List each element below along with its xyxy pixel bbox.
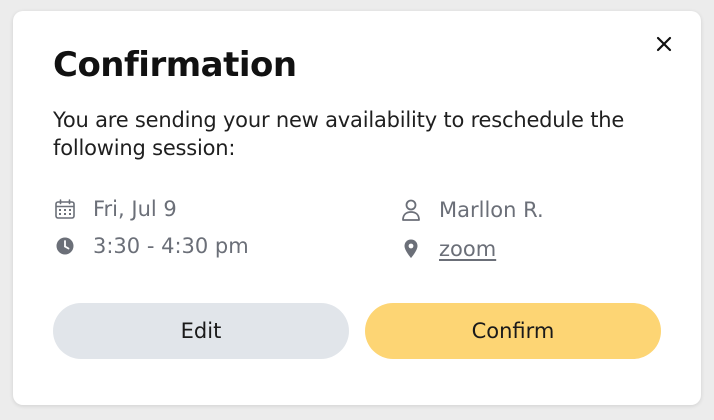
calendar-icon [53, 197, 77, 221]
dialog-title: Confirmation [53, 45, 297, 85]
confirmation-dialog: Confirmation You are sending your new av… [13, 11, 701, 405]
close-icon [656, 36, 672, 52]
confirm-button[interactable]: Confirm [365, 303, 661, 359]
location-pin-icon [399, 237, 423, 261]
session-time-text: 3:30 - 4:30 pm [93, 234, 249, 258]
session-location: zoom [399, 235, 496, 263]
clock-icon [53, 234, 77, 258]
location-link[interactable]: zoom [439, 237, 496, 261]
session-time: 3:30 - 4:30 pm [53, 232, 249, 260]
session-date-text: Fri, Jul 9 [93, 197, 177, 221]
close-button[interactable] [654, 34, 674, 54]
edit-button[interactable]: Edit [53, 303, 349, 359]
session-person: Marllon R. [399, 196, 544, 224]
session-date: Fri, Jul 9 [53, 195, 177, 223]
dialog-message: You are sending your new availability to… [53, 108, 625, 160]
person-icon [399, 198, 423, 222]
session-person-text: Marllon R. [439, 198, 544, 222]
